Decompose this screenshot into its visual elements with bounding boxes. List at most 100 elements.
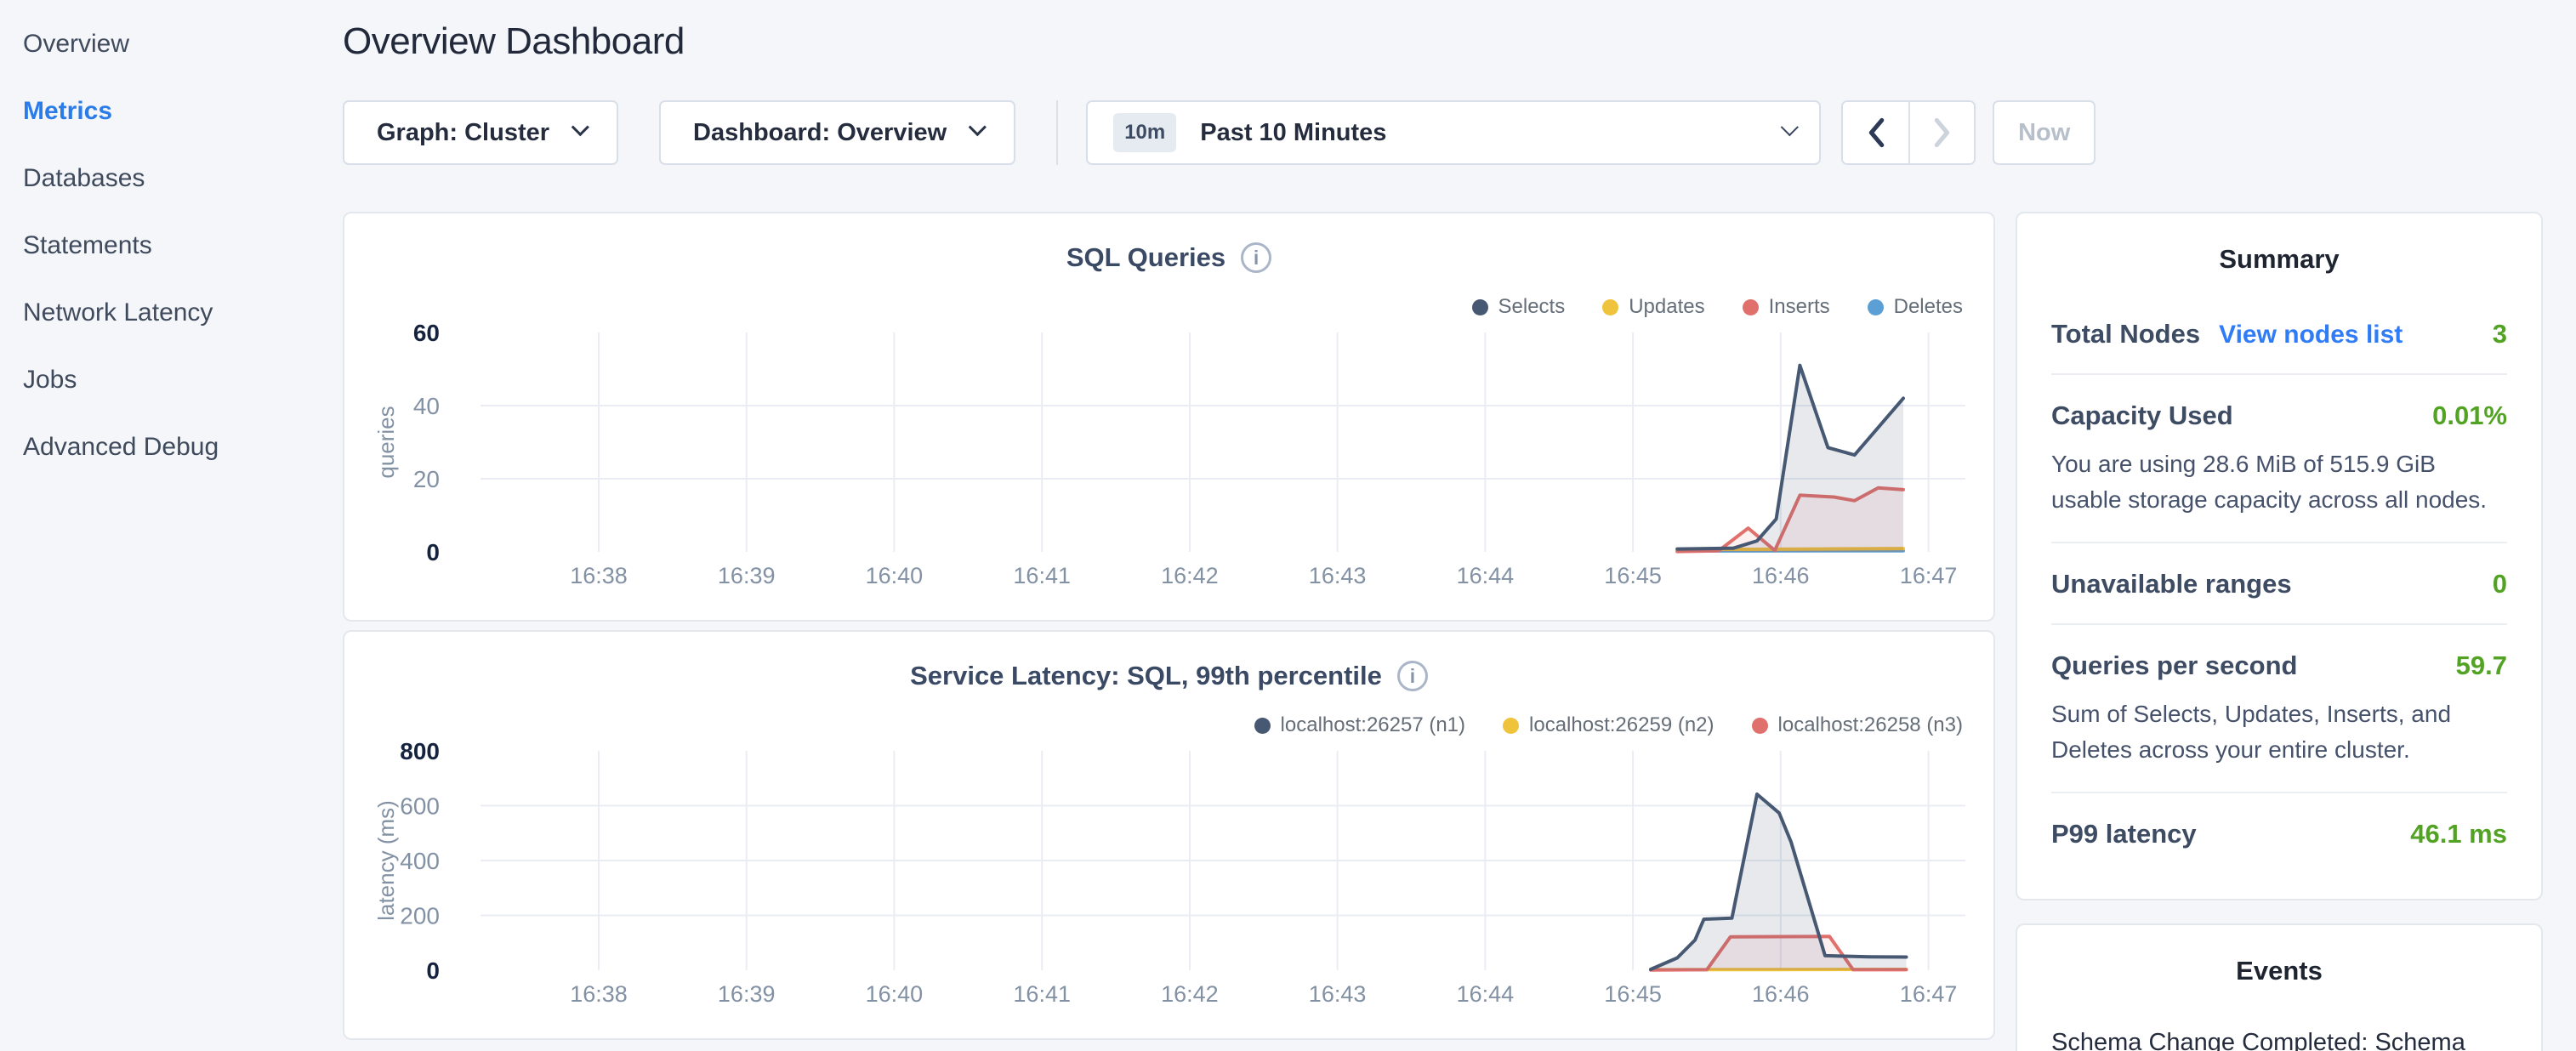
svg-text:16:47: 16:47 (1900, 981, 1958, 1007)
legend-dot-icon (1752, 718, 1768, 734)
svg-text:16:44: 16:44 (1457, 981, 1515, 1007)
chart-card-sql-queries: 16:3816:3916:4016:4116:4216:4316:4416:45… (343, 212, 1995, 622)
summary-row-description: You are using 28.6 MiB of 515.9 GiB usab… (2051, 446, 2507, 518)
legend-dot-icon (1503, 718, 1519, 734)
graph-dropdown-label: Graph: Cluster (377, 119, 549, 147)
legend-item[interactable]: Selects (1472, 295, 1566, 319)
legend-dot-icon (1472, 299, 1488, 315)
summary-row-value: 0.01% (2432, 401, 2507, 431)
now-button[interactable]: Now (1993, 100, 2095, 165)
sql-queries-plot: 16:3816:3916:4016:4116:4216:4316:4416:45… (344, 213, 1993, 620)
event-message: Schema Change Completed: Schema change w… (2051, 1024, 2507, 1051)
page-title: Overview Dashboard (343, 20, 2543, 63)
dashboard-dropdown-label: Dashboard: Overview (693, 119, 947, 147)
chart-header: SQL Queries i (344, 242, 1993, 273)
sidebar-item-advanced-debug[interactable]: Advanced Debug (0, 413, 342, 480)
legend-label: Updates (1629, 295, 1704, 319)
info-icon[interactable]: i (1241, 242, 1271, 273)
summary-row-label: Capacity Used (2051, 401, 2233, 431)
svg-text:16:42: 16:42 (1161, 563, 1219, 588)
svg-text:16:43: 16:43 (1309, 981, 1367, 1007)
summary-row-description: Sum of Selects, Updates, Inserts, and De… (2051, 696, 2507, 768)
legend-dot-icon (1602, 299, 1618, 315)
sidebar-item-network-latency[interactable]: Network Latency (0, 279, 342, 346)
summary-row-total-nodes: Total Nodes View nodes list 3 (2051, 275, 2507, 373)
svg-text:16:39: 16:39 (718, 563, 776, 588)
sidebar-nav-list: Overview Metrics Databases Statements Ne… (0, 10, 342, 480)
view-nodes-list-link[interactable]: View nodes list (2219, 321, 2403, 349)
svg-text:800: 800 (400, 738, 440, 764)
graph-dropdown[interactable]: Graph: Cluster (343, 100, 618, 165)
svg-text:16:38: 16:38 (570, 563, 628, 588)
legend-dot-icon (1868, 299, 1884, 315)
svg-text:16:46: 16:46 (1752, 563, 1810, 588)
service-latency-legend: localhost:26257 (n1) localhost:26259 (n2)… (1254, 713, 1963, 737)
svg-text:16:40: 16:40 (866, 563, 924, 588)
sidebar-item-jobs[interactable]: Jobs (0, 346, 342, 413)
events-card: Events Schema Change Completed: Schema c… (2016, 923, 2543, 1051)
svg-text:40: 40 (413, 393, 440, 419)
time-range-dropdown[interactable]: 10m Past 10 Minutes (1086, 100, 1821, 165)
summary-row-value: 0 (2493, 569, 2507, 599)
summary-row-p99-latency: P99 latency 46.1 ms (2051, 793, 2507, 873)
legend-label: localhost:26257 (n1) (1281, 713, 1465, 737)
svg-text:16:39: 16:39 (718, 981, 776, 1007)
svg-text:16:43: 16:43 (1309, 563, 1367, 588)
svg-text:0: 0 (426, 957, 440, 984)
svg-text:latency (ms): latency (ms) (373, 800, 399, 921)
time-nav-group (1841, 100, 1976, 165)
legend-item[interactable]: localhost:26257 (n1) (1254, 713, 1465, 737)
svg-text:16:45: 16:45 (1604, 981, 1662, 1007)
summary-title: Summary (2051, 244, 2507, 275)
legend-item[interactable]: Inserts (1743, 295, 1830, 319)
summary-row-label: Queries per second (2051, 650, 2297, 681)
svg-text:queries: queries (373, 406, 399, 478)
svg-text:400: 400 (400, 848, 440, 874)
summary-row-value: 59.7 (2456, 650, 2507, 681)
legend-label: Deletes (1894, 295, 1963, 319)
chart-canvas: 16:3816:3916:4016:4116:4216:4316:4416:45… (344, 632, 1993, 1038)
chart-card-service-latency: 16:3816:3916:4016:4116:4216:4316:4416:45… (343, 630, 1995, 1040)
summary-row-unavailable-ranges: Unavailable ranges 0 (2051, 543, 2507, 623)
legend-item[interactable]: Deletes (1868, 295, 1963, 319)
series-area (1677, 366, 1903, 552)
legend-item[interactable]: localhost:26258 (n3) (1752, 713, 1963, 737)
service-latency-plot: 16:3816:3916:4016:4116:4216:4316:4416:45… (344, 632, 1993, 1038)
legend-label: Selects (1498, 295, 1566, 319)
legend-item[interactable]: localhost:26259 (n2) (1503, 713, 1714, 737)
summary-row-value: 3 (2493, 319, 2507, 349)
sidebar: Overview Metrics Databases Statements Ne… (0, 0, 342, 1051)
summary-row-queries-per-second: Queries per second 59.7 Sum of Selects, … (2051, 625, 2507, 792)
summary-row-value: 46.1 ms (2410, 819, 2507, 849)
legend-item[interactable]: Updates (1602, 295, 1704, 319)
chart-title-service-latency: Service Latency: SQL, 99th percentile (910, 661, 1382, 691)
svg-text:16:38: 16:38 (570, 981, 628, 1007)
svg-text:16:41: 16:41 (1013, 563, 1071, 588)
chevron-down-icon (1781, 118, 1799, 136)
sidebar-item-metrics[interactable]: Metrics (0, 77, 342, 145)
chevron-left-icon (1866, 117, 1886, 148)
summary-row-label: Total Nodes (2051, 319, 2200, 349)
time-prev-button[interactable] (1843, 102, 1908, 163)
sidebar-item-overview[interactable]: Overview (0, 10, 342, 77)
summary-card: Summary Total Nodes View nodes list 3 Ca… (2016, 212, 2543, 900)
sidebar-item-statements[interactable]: Statements (0, 212, 342, 279)
sidebar-item-databases[interactable]: Databases (0, 145, 342, 212)
info-icon[interactable]: i (1397, 661, 1428, 691)
chevron-down-icon (969, 118, 987, 136)
sql-queries-legend: Selects Updates Inserts Deletes (1472, 295, 1964, 319)
summary-row-capacity-used: Capacity Used 0.01% You are using 28.6 M… (2051, 375, 2507, 542)
svg-text:60: 60 (413, 320, 440, 346)
svg-text:16:41: 16:41 (1013, 981, 1071, 1007)
events-title: Events (2051, 956, 2507, 986)
dashboard-dropdown[interactable]: Dashboard: Overview (659, 100, 1015, 165)
legend-dot-icon (1254, 718, 1271, 734)
legend-label: Inserts (1769, 295, 1830, 319)
svg-text:16:44: 16:44 (1457, 563, 1515, 588)
dashboard-body: 16:38 16:39 16:40 16:41 16:42 16:43 16:44 16:45… (343, 212, 2543, 1051)
side-column: Summary Total Nodes View nodes list 3 Ca… (2016, 212, 2543, 1051)
time-next-button[interactable] (1908, 102, 1974, 163)
svg-text:16:40: 16:40 (866, 981, 924, 1007)
controls-divider (1056, 100, 1058, 165)
charts-column: 16:38 16:39 16:40 16:41 16:42 16:43 16:44 16:45… (343, 212, 1995, 1040)
